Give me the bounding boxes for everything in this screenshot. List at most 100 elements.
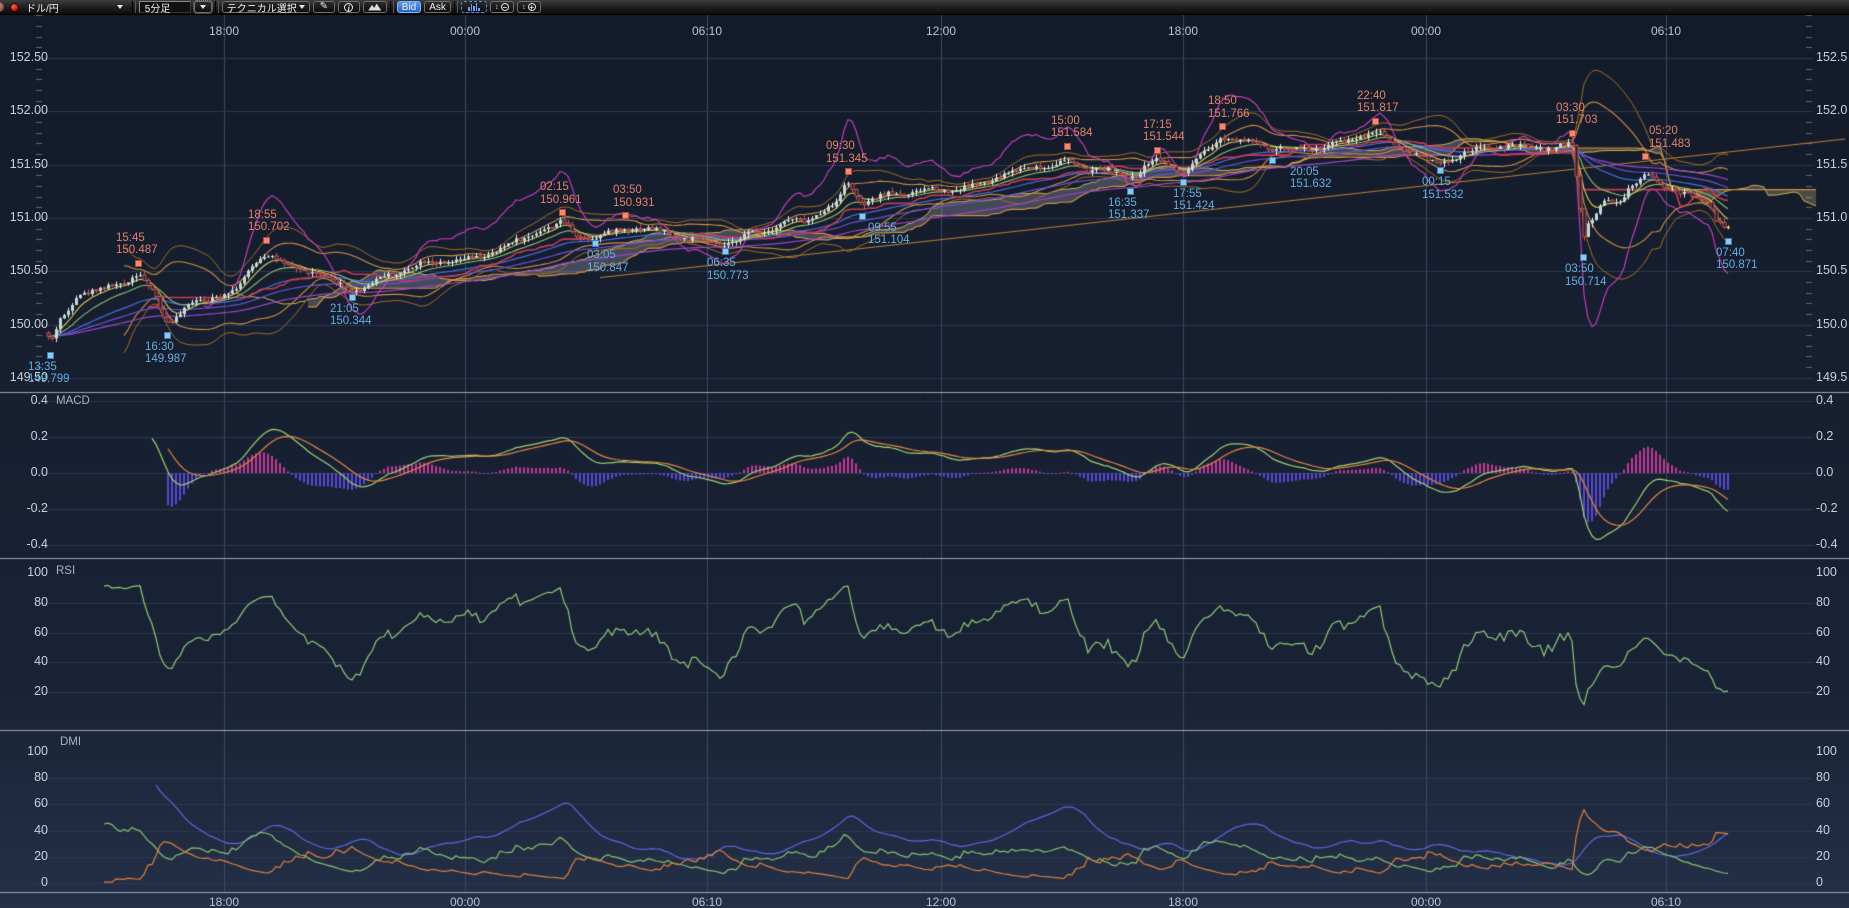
zoom-in-icon: + (528, 3, 536, 11)
price-axis-label-right: 149.5 (1816, 371, 1847, 384)
timeframe-dropdown-button[interactable] (194, 1, 212, 13)
time-axis-label-bottom: 00:00 (1411, 895, 1441, 908)
ask-button[interactable]: Ask (424, 1, 451, 13)
rsi-axis-label: 100 (0, 566, 48, 579)
bid-label: Bid (402, 2, 416, 13)
annotation-time: 21:05 (330, 303, 372, 316)
annotation-price: 150.871 (1716, 259, 1758, 272)
annotation-price: 150.714 (1565, 276, 1607, 289)
app-icon (0, 2, 4, 12)
swing-marker (135, 260, 142, 267)
swing-marker (1219, 123, 1226, 130)
macd-axis-label: 0.2 (1816, 430, 1833, 443)
annotation-time: 00:15 (1422, 176, 1464, 189)
dmi-axis-label: 20 (0, 850, 48, 863)
record-status-icon (10, 3, 19, 12)
dmi-axis-label: 60 (0, 797, 48, 810)
price-axis-label-left: 150.00 (0, 318, 48, 331)
annotation-time: 03:30 (1556, 102, 1598, 115)
swing-marker (47, 352, 54, 359)
swing-marker (1154, 147, 1161, 154)
rsi-axis-label: 60 (1816, 626, 1830, 639)
time-axis-label-bottom: 06:10 (1651, 895, 1681, 908)
swing-marker (1569, 130, 1576, 137)
separator (454, 1, 458, 13)
annotation-time: 09:30 (826, 140, 868, 153)
annotation-time: 20:05 (1290, 166, 1332, 179)
volume-panel-button[interactable] (461, 1, 487, 13)
annotation-price: 151.817 (1357, 102, 1399, 115)
time-axis-label-top: 18:00 (209, 24, 239, 38)
technical-label: テクニカル選択 (227, 0, 297, 15)
price-axis-label-right: 150.5 (1816, 264, 1847, 277)
annotation-price: 151.584 (1051, 127, 1093, 140)
chart-application: ドル/円 5分足 テクニカル選択 ✎ i Bid Ask (0, 0, 1849, 908)
rsi-axis-label: 80 (1816, 596, 1830, 609)
technical-select-button[interactable]: テクニカル選択 (222, 1, 310, 13)
dmi-axis-label: 0 (1816, 876, 1823, 889)
annotation-price: 151.703 (1556, 114, 1598, 127)
chevron-down-icon (200, 5, 206, 9)
time-axis-label-bottom: 06:10 (692, 895, 722, 908)
annotation-price: 150.773 (707, 270, 749, 283)
annotation-price: 150.487 (116, 244, 158, 257)
rsi-axis-label: 80 (0, 596, 48, 609)
annotation-time: 15:45 (116, 232, 158, 245)
rsi-axis-label: 100 (1816, 566, 1837, 579)
macd-axis-label: 0.4 (0, 394, 48, 407)
annotation-time: 03:05 (587, 249, 629, 262)
info-icon: i (344, 3, 353, 12)
macd-axis-label: -0.2 (0, 502, 48, 515)
swing-marker (1437, 167, 1444, 174)
annotation-price: 151.104 (868, 234, 910, 247)
annotation-price: 151.766 (1208, 108, 1250, 121)
annotation-time: 13:35 (28, 361, 70, 374)
separator (390, 1, 394, 13)
chart-style-button[interactable] (363, 1, 387, 13)
time-axis-label-top: 00:00 (450, 24, 480, 38)
annotation-price: 151.424 (1173, 200, 1215, 213)
bid-button[interactable]: Bid (397, 1, 421, 13)
timeframe-select[interactable]: 5分足 (139, 1, 191, 13)
chevron-down-icon (299, 5, 305, 9)
annotation-price: 151.632 (1290, 178, 1332, 191)
pair-select[interactable]: ドル/円 (26, 0, 123, 15)
price-axis-label-left: 151.50 (0, 158, 48, 171)
time-axis-label-top: 12:00 (926, 24, 956, 38)
zoom-out-button[interactable]: ↕ − (490, 1, 514, 13)
rsi-axis-label: 20 (1816, 685, 1830, 698)
swing-marker (1580, 254, 1587, 261)
dmi-axis-label: 40 (1816, 824, 1830, 837)
time-axis-label-bottom: 18:00 (1168, 895, 1198, 908)
info-button[interactable]: i (338, 1, 360, 13)
annotation-time: 17:15 (1143, 119, 1185, 132)
time-axis-label-bottom: 12:00 (926, 895, 956, 908)
annotation-price: 151.345 (826, 153, 868, 166)
zoom-in-button[interactable]: ↕ + (517, 1, 541, 13)
annotation-time: 18:55 (248, 209, 290, 222)
updown-arrow-icon: ↕ (495, 4, 499, 11)
dmi-axis-label: 60 (1816, 797, 1830, 810)
annotation-time: 09:55 (868, 222, 910, 235)
macd-axis-label: 0.0 (1816, 466, 1833, 479)
rsi-axis-label: 40 (0, 655, 48, 668)
draw-tool-button[interactable]: ✎ (313, 1, 335, 13)
swing-marker (859, 213, 866, 220)
annotation-time: 07:40 (1716, 247, 1758, 260)
macd-axis-label: 0.0 (0, 466, 48, 479)
annotation-price: 150.344 (330, 315, 372, 328)
time-axis-label-top: 00:00 (1411, 24, 1441, 38)
mountain-chart-icon (368, 4, 381, 11)
dmi-axis-label: 80 (0, 771, 48, 784)
annotation-time: 03:50 (613, 184, 655, 197)
macd-axis-label: -0.4 (1816, 538, 1838, 551)
swing-marker (1372, 118, 1379, 125)
separator (215, 1, 219, 13)
separator (132, 1, 136, 13)
histogram-icon (468, 3, 480, 11)
rsi-axis-label: 20 (0, 685, 48, 698)
swing-marker (559, 209, 566, 216)
time-axis-label-top: 18:00 (1168, 24, 1198, 38)
time-axis-label-bottom: 00:00 (450, 895, 480, 908)
macd-axis-label: -0.4 (0, 538, 48, 551)
